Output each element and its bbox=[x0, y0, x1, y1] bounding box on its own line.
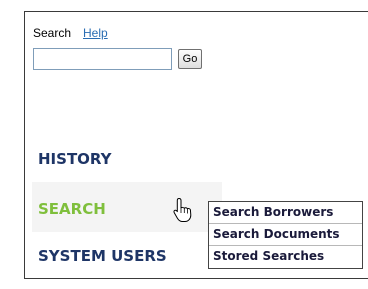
help-link[interactable]: Help bbox=[83, 26, 108, 40]
search-input[interactable] bbox=[33, 48, 172, 70]
nav-item-history[interactable]: HISTORY bbox=[38, 150, 112, 168]
nav-item-search[interactable]: SEARCH bbox=[38, 200, 106, 218]
submenu-item-search-documents[interactable]: Search Documents bbox=[209, 224, 362, 246]
nav-item-system-users[interactable]: SYSTEM USERS bbox=[38, 247, 167, 265]
submenu-item-search-borrowers[interactable]: Search Borrowers bbox=[209, 202, 362, 224]
submenu-item-stored-searches[interactable]: Stored Searches bbox=[209, 246, 362, 268]
search-label: Search bbox=[33, 26, 72, 40]
hand-pointer-icon bbox=[173, 198, 192, 222]
screen: Search Help Go HISTORY SEARCH SYSTEM USE… bbox=[0, 0, 368, 289]
search-submenu: Search Borrowers Search Documents Stored… bbox=[208, 201, 363, 269]
go-button[interactable]: Go bbox=[178, 49, 202, 69]
